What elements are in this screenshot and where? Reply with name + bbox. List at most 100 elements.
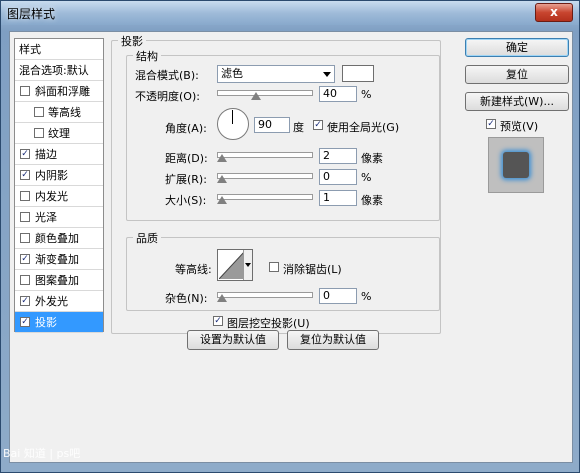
shadow-color-swatch[interactable] (342, 65, 374, 82)
style-item[interactable]: 图案叠加 (15, 270, 103, 291)
spread-slider[interactable] (217, 173, 313, 183)
blend-options-item[interactable]: 混合选项:默认 (15, 60, 103, 81)
style-item[interactable]: ✓ 渐变叠加 (15, 249, 103, 270)
contour-dropdown-toggle[interactable] (243, 250, 252, 280)
knockout-label: 图层挖空投影(U) (227, 317, 310, 330)
size-slider-thumb[interactable] (217, 196, 227, 204)
style-item-checkbox[interactable]: ✓ (20, 296, 30, 306)
spread-unit: % (361, 171, 372, 184)
style-item-checkbox[interactable]: ✓ (20, 254, 30, 264)
style-item-checkbox[interactable]: ✓ (20, 170, 30, 180)
blend-mode-select[interactable]: 滤色 (217, 65, 335, 83)
style-item[interactable]: ✓ 描边 (15, 144, 103, 165)
anti-alias-checkbox[interactable] (269, 262, 279, 272)
style-item-checkbox[interactable] (20, 212, 30, 222)
style-item-checkbox[interactable]: ✓ (20, 149, 30, 159)
style-item-label: 斜面和浮雕 (35, 85, 90, 98)
layer-style-dialog: 图层样式 x 样式 混合选项:默认 斜面和浮雕等高线纹理 ✓ 描边 ✓ 内阴影内发光光泽… (0, 0, 580, 473)
drop-shadow-title: 投影 (118, 33, 146, 49)
distance-unit: 像素 (361, 152, 383, 165)
style-item[interactable]: ✓ 投影 (15, 312, 103, 333)
window-title: 图层样式 (7, 7, 56, 21)
style-item-checkbox[interactable] (20, 86, 30, 96)
knockout-checkbox[interactable]: ✓ (213, 316, 223, 326)
size-unit: 像素 (361, 194, 383, 207)
blend-mode-value: 滤色 (221, 67, 243, 80)
style-item[interactable]: 等高线 (15, 102, 103, 123)
size-input[interactable]: 1 (319, 190, 357, 206)
contour-label: 等高线: (175, 263, 212, 276)
style-item-label: 内发光 (35, 190, 68, 203)
opacity-slider-thumb[interactable] (250, 92, 261, 100)
style-item-label: 颜色叠加 (35, 232, 79, 245)
preview-checkbox[interactable]: ✓ (486, 119, 496, 129)
noise-input[interactable]: 0 (319, 288, 357, 304)
angle-dial[interactable] (217, 108, 249, 140)
style-item[interactable]: ✓ 内阴影 (15, 165, 103, 186)
style-item-checkbox[interactable]: ✓ (20, 317, 30, 327)
style-list-header[interactable]: 样式 (15, 39, 103, 60)
preview-label: 预览(V) (500, 120, 539, 133)
distance-input[interactable]: 2 (319, 148, 357, 164)
distance-slider-thumb[interactable] (217, 154, 227, 162)
close-button[interactable]: x (535, 3, 573, 22)
new-style-button[interactable]: 新建样式(W)... (465, 92, 569, 111)
style-item-label: 图案叠加 (35, 274, 79, 287)
opacity-unit: % (361, 88, 372, 101)
quality-group: 品质 等高线: 消除锯齿(L) 杂色(N): 0 % (126, 230, 440, 311)
angle-label: 角度(A): (165, 122, 207, 135)
angle-dial-needle (232, 110, 233, 124)
contour-curve-icon (219, 251, 245, 279)
style-item[interactable]: 颜色叠加 (15, 228, 103, 249)
chevron-down-icon (245, 263, 251, 267)
spread-slider-thumb[interactable] (217, 175, 227, 183)
blend-mode-label: 混合模式(B): (135, 69, 199, 82)
watermark: Bai 知道 | ps吧 (3, 447, 81, 460)
size-slider[interactable] (217, 194, 313, 204)
style-list: 样式 混合选项:默认 斜面和浮雕等高线纹理 ✓ 描边 ✓ 内阴影内发光光泽颜色叠加 ✓ 渐变… (14, 38, 104, 333)
style-item[interactable]: 斜面和浮雕 (15, 81, 103, 102)
reset-button[interactable]: 复位 (465, 65, 569, 84)
spread-label: 扩展(R): (165, 173, 207, 186)
angle-input[interactable]: 90 (254, 117, 290, 133)
style-item-label: 外发光 (35, 295, 68, 308)
dialog-client: 样式 混合选项:默认 斜面和浮雕等高线纹理 ✓ 描边 ✓ 内阴影内发光光泽颜色叠加 ✓ 渐变… (9, 31, 573, 463)
angle-unit: 度 (293, 121, 304, 134)
global-light-checkbox[interactable]: ✓ (313, 120, 323, 130)
style-item-checkbox[interactable] (34, 128, 44, 138)
noise-slider[interactable] (217, 292, 313, 302)
global-light-label: 使用全局光(G) (327, 121, 400, 134)
style-item-checkbox[interactable] (20, 275, 30, 285)
size-label: 大小(S): (165, 194, 207, 207)
opacity-slider[interactable] (217, 90, 313, 100)
style-item-label: 纹理 (48, 127, 70, 140)
noise-label: 杂色(N): (165, 292, 208, 305)
style-item[interactable]: 光泽 (15, 207, 103, 228)
style-item[interactable]: ✓ 外发光 (15, 291, 103, 312)
opacity-label: 不透明度(O): (135, 90, 200, 103)
style-item-label: 投影 (35, 316, 57, 329)
distance-slider[interactable] (217, 152, 313, 162)
title-bar[interactable]: 图层样式 x (1, 1, 579, 25)
noise-slider-thumb[interactable] (217, 294, 227, 302)
style-item-checkbox[interactable] (20, 233, 30, 243)
chevron-down-icon (323, 72, 331, 77)
style-item-label: 光泽 (35, 211, 57, 224)
style-preview-swatch (503, 152, 529, 178)
make-default-button[interactable]: 设置为默认值 (187, 330, 279, 350)
quality-title: 品质 (133, 230, 161, 246)
opacity-input[interactable]: 40 (319, 86, 357, 102)
reset-default-button[interactable]: 复位为默认值 (287, 330, 379, 350)
contour-picker[interactable] (217, 249, 253, 281)
style-item[interactable]: 纹理 (15, 123, 103, 144)
structure-title: 结构 (133, 48, 161, 64)
style-item[interactable]: 内发光 (15, 186, 103, 207)
spread-input[interactable]: 0 (319, 169, 357, 185)
style-item-checkbox[interactable] (20, 191, 30, 201)
structure-group: 结构 混合模式(B): 滤色 不透明度(O): 40 % 角度(A): 90 度… (126, 48, 440, 221)
distance-label: 距离(D): (165, 152, 208, 165)
ok-button[interactable]: 确定 (465, 38, 569, 57)
style-item-checkbox[interactable] (34, 107, 44, 117)
noise-unit: % (361, 290, 372, 303)
style-item-label: 等高线 (48, 106, 81, 119)
